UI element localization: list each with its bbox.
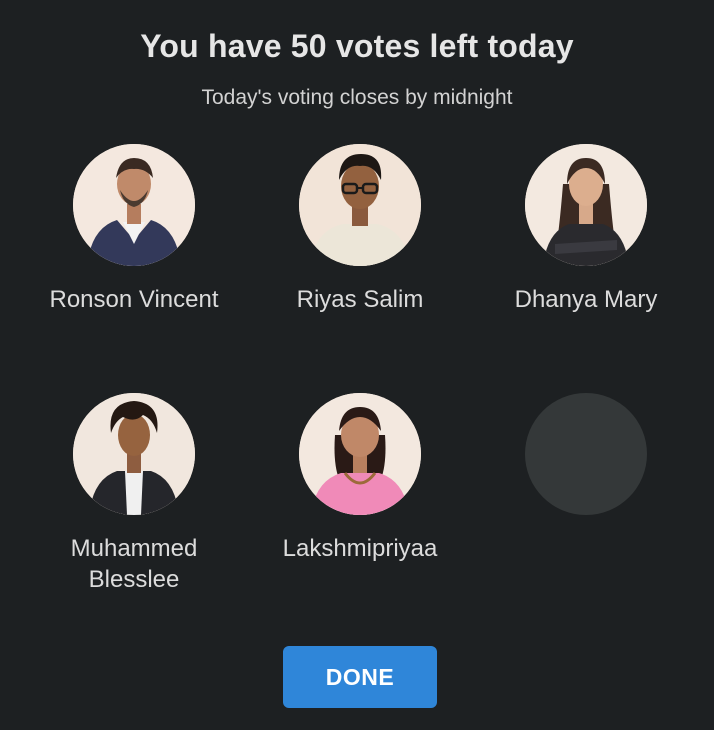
person-photo-icon [73,393,195,515]
person-photo-icon [299,393,421,515]
person-photo-icon [299,144,421,266]
contestant-dhanya-mary[interactable]: Dhanya Mary [471,144,701,315]
voting-closes-subtitle: Today's voting closes by midnight [201,86,513,109]
votes-left-title: You have 50 votes left today [140,28,574,64]
contestant-name: Lakshmipriyaa [282,535,438,562]
contestant-avatar [525,144,647,266]
contestant-name: Riyas Salim [296,286,424,313]
contestant-name-line2: Blesslee [88,566,180,593]
contestant-avatar [73,393,195,515]
contestant-ronson-vincent[interactable]: Ronson Vincent [19,144,249,315]
contestant-avatar [299,393,421,515]
contestant-lakshmipriyaa[interactable]: Lakshmipriyaa [245,393,475,564]
contestant-placeholder [471,393,701,515]
vote-screen: You have 50 votes left today Today's vot… [0,0,714,730]
contestant-name: Muhammed Blesslee [19,533,249,595]
contestant-name-line1: Muhammed [70,535,198,562]
contestant-avatar [299,144,421,266]
contestant-riyas-salim[interactable]: Riyas Salim [245,144,475,315]
done-button[interactable]: DONE [283,646,437,708]
person-photo-icon [73,144,195,266]
contestant-avatar [73,144,195,266]
contestant-name: Ronson Vincent [49,286,219,313]
person-photo-icon [525,144,647,266]
contestant-name: Dhanya Mary [514,286,658,313]
empty-avatar-placeholder [525,393,647,515]
contestant-muhammed-blesslee[interactable]: Muhammed Blesslee [19,393,249,595]
